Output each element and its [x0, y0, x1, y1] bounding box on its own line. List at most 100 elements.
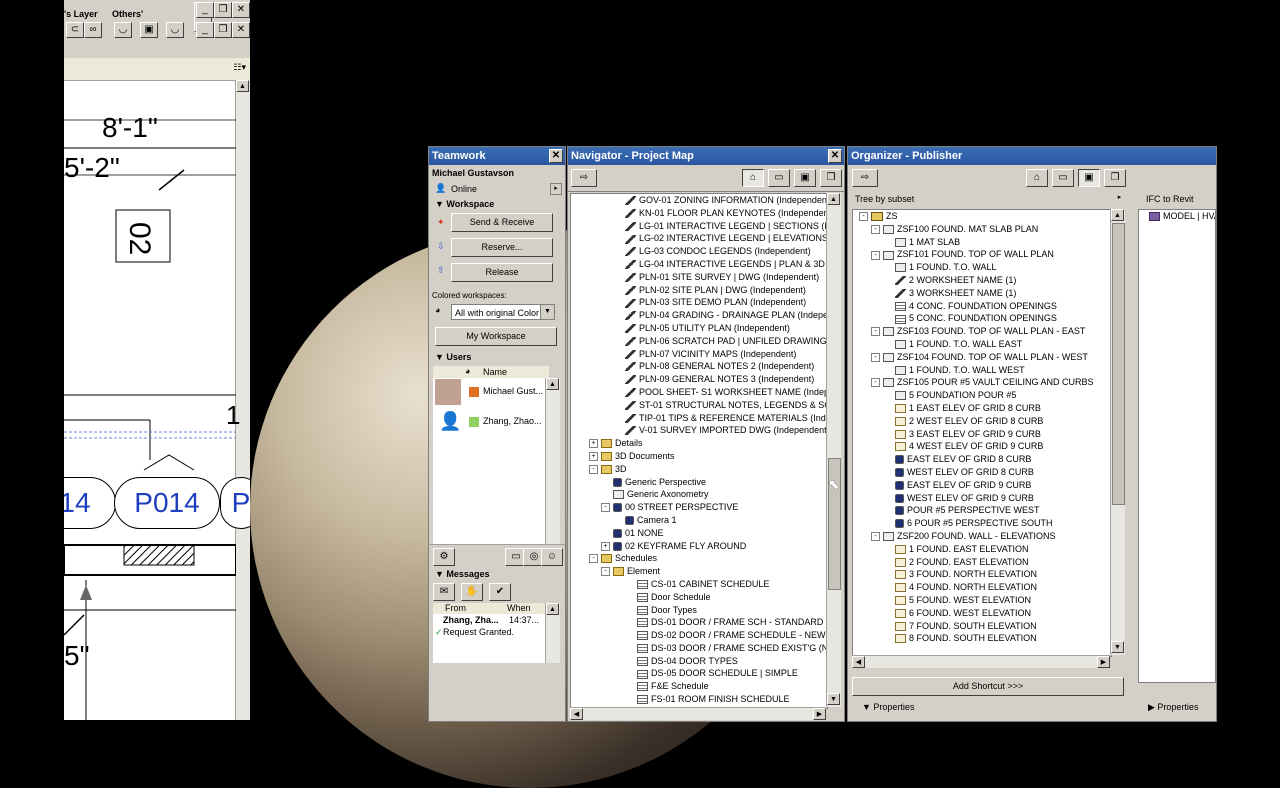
- navigator-hscroll[interactable]: ◀ ▶: [570, 707, 826, 720]
- tree-row[interactable]: +3D Documents: [571, 450, 827, 463]
- organizer-hscroll[interactable]: ◀ ▶: [852, 655, 1110, 668]
- scroll-down-button[interactable]: ▼: [1111, 641, 1124, 653]
- collapse-icon[interactable]: -: [871, 532, 880, 542]
- tree-row[interactable]: 1 FOUND. T.O. WALL WEST: [853, 364, 1111, 377]
- hand-icon[interactable]: ✋: [461, 583, 483, 601]
- messages-scroll[interactable]: ▲: [545, 603, 560, 663]
- scroll-up-button[interactable]: ▲: [546, 378, 559, 390]
- publisher-set-tree[interactable]: MODEL | HVA: [1138, 209, 1216, 683]
- tree-row[interactable]: - ZSF105 POUR #5 VAULT CEILING AND CURBS: [853, 376, 1111, 389]
- tree-row[interactable]: + Details: [571, 437, 827, 450]
- properties-toggle[interactable]: ▼ Properties: [862, 702, 914, 712]
- scroll-left-button[interactable]: ◀: [570, 708, 583, 720]
- tree-row[interactable]: DS-05 DOOR SCHEDULE | SIMPLE: [571, 667, 827, 680]
- open-view-icon[interactable]: ⇨: [852, 169, 878, 187]
- tree-row[interactable]: 1 EAST ELEV OF GRID 8 CURB: [853, 402, 1111, 415]
- tree-row[interactable]: GOV-01 ZONING INFORMATION (Independent): [571, 194, 827, 207]
- tree-row[interactable]: PLN-05 UTILITY PLAN (Independent): [571, 322, 827, 335]
- scroll-right-button[interactable]: ▶: [1097, 656, 1110, 668]
- navigator-vscroll[interactable]: ▲ ▼: [826, 193, 841, 707]
- drawing-window[interactable]: 's Layer Others' ⊂ ∞ ◡ ▣ ◡ ✉ _ ❐ ✕ _ ❐ ✕…: [64, 0, 250, 720]
- view-options-icon[interactable]: ☷▾: [233, 62, 246, 73]
- users-scroll[interactable]: ▲: [545, 378, 560, 544]
- tree-row[interactable]: POOL SHEET- S1 WORKSHEET NAME (Independe…: [571, 386, 827, 399]
- envelope-icon[interactable]: ✉: [433, 583, 455, 601]
- tree-row[interactable]: Door Types: [571, 604, 827, 617]
- restore2-button[interactable]: ❐: [214, 22, 232, 38]
- scroll-up-button[interactable]: ▲: [827, 193, 840, 205]
- scroll-right-button[interactable]: ▶: [813, 708, 826, 720]
- tree-row[interactable]: - ZSF200 FOUND. WALL - ELEVATIONS: [853, 530, 1111, 543]
- tree-row[interactable]: LG-03 CONDOC LEGENDS (Independent): [571, 245, 827, 258]
- tree-row[interactable]: LG-04 INTERACTIVE LEGENDS | PLAN & 3D (I…: [571, 258, 827, 271]
- tree-row[interactable]: - 00 STREET PERSPECTIVE: [571, 501, 827, 514]
- message-row[interactable]: Zhang, Zha... 14:37... ✓ Request Granted…: [433, 614, 545, 663]
- tree-row[interactable]: Camera 1: [571, 514, 827, 527]
- tree-row[interactable]: 8 FOUND. SOUTH ELEVATION: [853, 632, 1111, 645]
- restore-button[interactable]: ❐: [214, 2, 232, 18]
- users-icon[interactable]: ☺: [541, 548, 563, 566]
- tree-row[interactable]: - Schedules: [571, 552, 827, 565]
- publisher-tree[interactable]: - ZS - ZSF100 FOUND. MAT SLAB PLAN 1 MAT SLA…: [852, 209, 1112, 657]
- collapse-icon[interactable]: -: [871, 352, 880, 362]
- tree-row[interactable]: DS-03 DOOR / FRAME SCHED EXIST'G (NCS): [571, 642, 827, 655]
- tree-row[interactable]: PLN-06 SCRATCH PAD | UNFILED DRAWINGS (I…: [571, 335, 827, 348]
- tree-by-select[interactable]: Tree by subset ▸: [852, 191, 1126, 207]
- tree-row[interactable]: 2 WEST ELEV OF GRID 8 CURB: [853, 415, 1111, 428]
- collapse-icon[interactable]: -: [589, 464, 598, 474]
- dish-icon[interactable]: ◡: [114, 22, 132, 38]
- tree-row[interactable]: PLN-07 VICINITY MAPS (Independent): [571, 348, 827, 361]
- user-row[interactable]: Michael Gust...: [433, 378, 545, 406]
- reserve-button[interactable]: Reserve...: [451, 238, 553, 257]
- expand-icon[interactable]: +: [601, 541, 610, 551]
- tree-row[interactable]: - ZSF103 FOUND. TOP OF WALL PLAN - EAST: [853, 325, 1111, 338]
- scroll-down-button[interactable]: ▼: [827, 693, 840, 705]
- tree-row[interactable]: 2 FOUND. EAST ELEVATION: [853, 556, 1111, 569]
- tree-row[interactable]: Generic Axonometry: [571, 488, 827, 501]
- tree-row[interactable]: 3 FOUND. NORTH ELEVATION: [853, 568, 1111, 581]
- tree-row[interactable]: DS-04 DOOR TYPES: [571, 655, 827, 668]
- tree-row[interactable]: DS-02 DOOR / FRAME SCHEDULE - NEW (NCS): [571, 629, 827, 642]
- project-map-tree[interactable]: GOV-01 ZONING INFORMATION (Independent) K…: [570, 193, 828, 709]
- close-button[interactable]: ✕: [232, 2, 250, 18]
- tree-row[interactable]: 4 CONC. FOUNDATION OPENINGS: [853, 300, 1111, 313]
- tree-row[interactable]: - Element: [571, 565, 827, 578]
- release-button[interactable]: Release: [451, 263, 553, 282]
- users-icon[interactable]: ∞: [84, 22, 102, 38]
- tree-row[interactable]: 4 FOUND. NORTH ELEVATION: [853, 581, 1111, 594]
- add-shortcut-button[interactable]: Add Shortcut >>>: [852, 677, 1124, 696]
- tree-row[interactable]: PLN-08 GENERAL NOTES 2 (Independent): [571, 360, 827, 373]
- open-view-icon[interactable]: ⇨: [571, 169, 597, 187]
- tree-row[interactable]: Generic Perspective: [571, 476, 827, 489]
- minimize-button[interactable]: _: [196, 2, 214, 18]
- close-icon[interactable]: ✕: [828, 149, 842, 163]
- publisher-set-item[interactable]: MODEL | HVA: [1139, 210, 1215, 223]
- tree-row[interactable]: F&E Schedule: [571, 680, 827, 693]
- my-workspace-button[interactable]: My Workspace: [435, 327, 557, 346]
- tree-row[interactable]: 6 FOUND. WEST ELEVATION: [853, 607, 1111, 620]
- scroll-up-button[interactable]: ▲: [236, 80, 249, 92]
- tree-row[interactable]: 1 FOUND. T.O. WALL EAST: [853, 338, 1111, 351]
- lock-icon[interactable]: ⊂: [66, 22, 84, 38]
- scroll-up-button[interactable]: ▲: [1111, 209, 1124, 221]
- collapse-icon[interactable]: -: [859, 212, 868, 222]
- project-map-icon[interactable]: ⌂: [1026, 169, 1048, 187]
- tree-row[interactable]: 5 CONC. FOUNDATION OPENINGS: [853, 312, 1111, 325]
- tree-row[interactable]: +02 KEYFRAME FLY AROUND: [571, 540, 827, 553]
- tree-row[interactable]: PLN-09 GENERAL NOTES 3 (Independent): [571, 373, 827, 386]
- layout-book-icon[interactable]: ▣: [794, 169, 816, 187]
- tree-row[interactable]: ST-01 STRUCTURAL NOTES, LEGENDS & SCHEDU…: [571, 399, 827, 412]
- tree-row[interactable]: 5 FOUNDATION POUR #5: [853, 389, 1111, 402]
- project-map-icon[interactable]: ⌂: [742, 169, 764, 187]
- tree-row[interactable]: 1 MAT SLAB: [853, 236, 1111, 249]
- tree-row[interactable]: EAST ELEV OF GRID 8 CURB: [853, 453, 1111, 466]
- collapse-icon[interactable]: -: [589, 554, 598, 564]
- collapse-icon[interactable]: -: [871, 250, 880, 260]
- tree-row[interactable]: - ZSF104 FOUND. TOP OF WALL PLAN - WEST: [853, 351, 1111, 364]
- tree-row[interactable]: WEST ELEV OF GRID 8 CURB: [853, 466, 1111, 479]
- publisher-sets-icon[interactable]: ❐: [820, 169, 842, 187]
- expand-icon[interactable]: +: [589, 439, 598, 449]
- dish2-icon[interactable]: ◡: [166, 22, 184, 38]
- expand-icon[interactable]: +: [589, 452, 598, 462]
- collapse-icon[interactable]: -: [601, 567, 610, 577]
